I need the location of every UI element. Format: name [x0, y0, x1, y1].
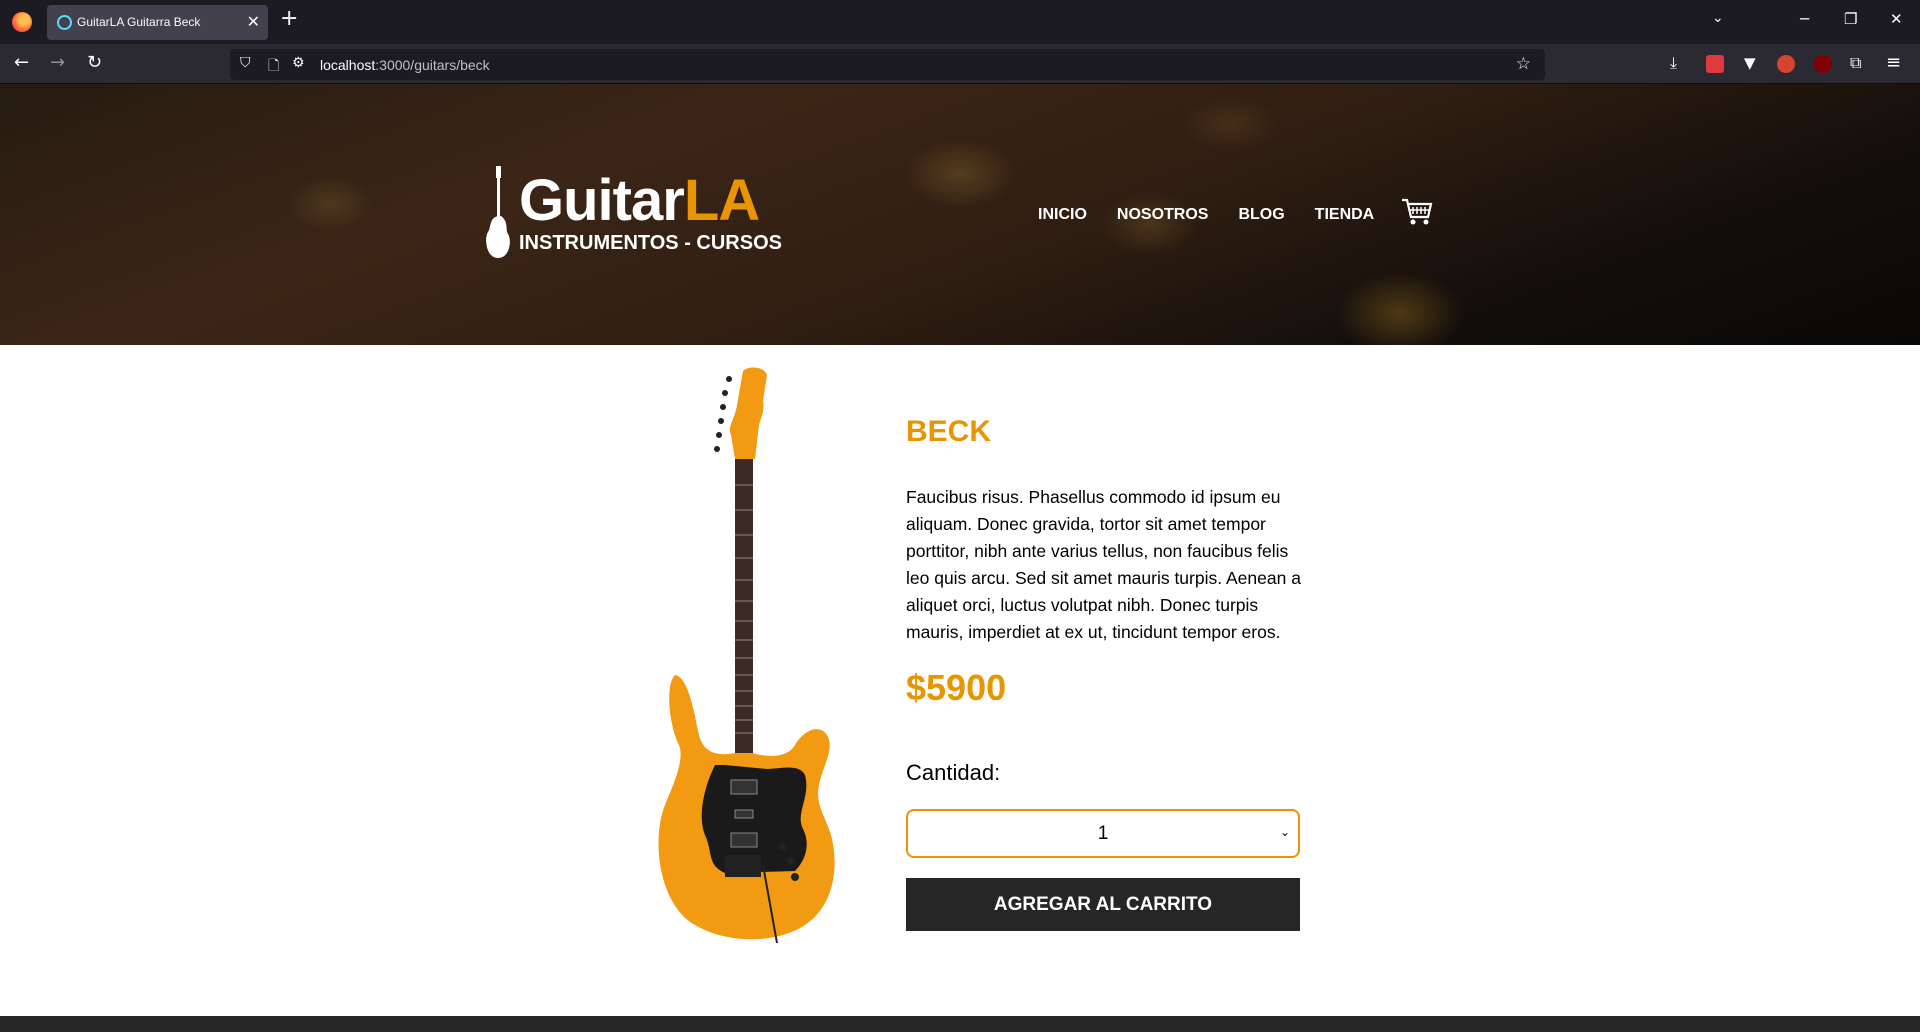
close-tab-icon[interactable]: ✕ [247, 12, 260, 31]
nav-link-nosotros[interactable]: NOSOTROS [1117, 206, 1209, 224]
forward-icon[interactable]: → [50, 53, 65, 73]
site-header: GuitarLA INSTRUMENTOS - CURSOS INICIO NO… [0, 84, 1920, 345]
product-title: BECK [906, 415, 992, 448]
url-host: localhost [320, 57, 376, 73]
browser-navbar: ← → ↻ ⛉ 🗋 ⚙ localhost:3000/guitars/beck … [0, 44, 1920, 84]
product-description: Faucibus risus. Phasellus commodo id ips… [906, 487, 1301, 642]
browser-tabbar: GuitarLA Guitarra Beck ✕ + ⌄ ─ ❐ ✕ [0, 0, 1920, 44]
url-text[interactable]: localhost:3000/guitars/beck [320, 57, 490, 73]
logo-word-accent: LA [683, 168, 760, 233]
quantity-select[interactable]: 1 ⌄ [906, 809, 1300, 858]
product-image [658, 367, 835, 944]
site-permissions-icon[interactable]: ⚙ [292, 55, 305, 71]
add-to-cart-button[interactable]: AGREGAR AL CARRITO [906, 878, 1300, 931]
page-icon[interactable]: 🗋 [268, 55, 279, 79]
main-nav: INICIO NOSOTROS BLOG TIENDA [1038, 206, 1374, 224]
reload-icon[interactable]: ↻ [87, 53, 102, 73]
nav-link-tienda[interactable]: TIENDA [1315, 206, 1375, 224]
extension-red-icon[interactable] [1706, 55, 1724, 73]
browser-tab[interactable]: GuitarLA Guitarra Beck ✕ [47, 5, 268, 40]
bookmark-star-icon[interactable]: ☆ [1516, 54, 1531, 74]
chevron-down-icon: ⌄ [1279, 825, 1290, 839]
menu-hamburger-icon[interactable]: ≡ [1886, 53, 1901, 73]
extension-figure-icon[interactable] [1777, 55, 1795, 73]
logo-subtitle: INSTRUMENTOS - CURSOS [519, 232, 782, 254]
logo-word: GuitarLA [519, 166, 760, 236]
product-price: $5900 [906, 667, 1007, 708]
minimize-icon[interactable]: ─ [1800, 10, 1809, 28]
tab-title: GuitarLA Guitarra Beck [77, 15, 201, 29]
window-close-icon[interactable]: ✕ [1890, 10, 1903, 28]
quantity-label: Cantidad: [906, 760, 1001, 785]
extensions-puzzle-icon[interactable]: ⧉ [1850, 53, 1861, 73]
list-all-tabs-icon[interactable]: ⌄ [1712, 10, 1724, 26]
firefox-icon[interactable] [12, 12, 32, 32]
react-favicon-icon [57, 15, 72, 30]
nav-link-inicio[interactable]: INICIO [1038, 206, 1087, 224]
downloads-icon[interactable]: ⤓ [1670, 53, 1677, 73]
new-tab-icon[interactable]: + [280, 8, 298, 30]
url-path: :3000/guitars/beck [375, 57, 490, 73]
url-bar[interactable]: ⛉ 🗋 ⚙ localhost:3000/guitars/beck ☆ [230, 49, 1545, 80]
site-footer [0, 1016, 1920, 1032]
site-logo[interactable]: GuitarLA INSTRUMENTOS - CURSOS [483, 166, 783, 262]
restore-icon[interactable]: ❐ [1844, 10, 1857, 28]
shield-icon[interactable]: ⛉ [240, 55, 251, 71]
logo-word-main: Guitar [519, 168, 685, 233]
quantity-value: 1 [1097, 823, 1109, 844]
guitar-logo-icon [486, 166, 510, 258]
nav-link-blog[interactable]: BLOG [1238, 206, 1284, 224]
vue-devtools-icon[interactable]: ▼ [1744, 53, 1756, 73]
back-icon[interactable]: ← [14, 53, 29, 73]
ublock-icon[interactable] [1814, 55, 1832, 73]
cart-icon[interactable] [1401, 197, 1433, 227]
